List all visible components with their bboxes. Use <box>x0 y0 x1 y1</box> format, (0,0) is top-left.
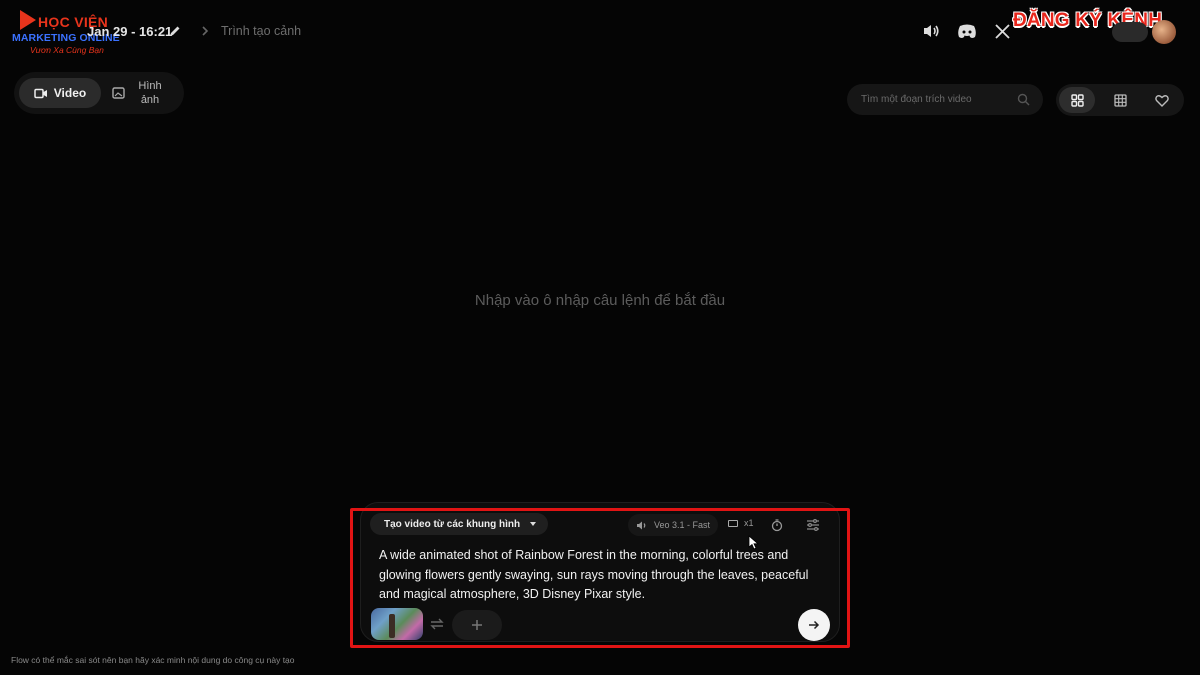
x-icon[interactable] <box>990 19 1014 43</box>
breadcrumb[interactable]: Trình tạo cảnh <box>221 24 301 38</box>
avatar[interactable] <box>1152 20 1176 44</box>
search-box <box>847 84 1043 115</box>
discord-icon[interactable] <box>955 19 979 43</box>
favorites-button[interactable] <box>1144 87 1180 113</box>
speaker-icon[interactable] <box>919 19 943 43</box>
empty-state-message: Nhập vào ô nhập câu lệnh để bắt đầu <box>474 292 726 309</box>
search-input[interactable] <box>861 94 1011 105</box>
highlight-box <box>350 508 850 648</box>
chevron-right-icon <box>202 26 209 36</box>
grid-small-icon <box>1113 93 1127 107</box>
account-pill[interactable] <box>1112 22 1148 42</box>
mode-image-button[interactable]: Hình ảnh <box>112 76 180 110</box>
logo-line-3: Vươn Xa Cùng Bạn <box>30 45 104 55</box>
grid-large-icon <box>1070 93 1084 107</box>
video-icon <box>34 88 47 98</box>
logo-play-icon <box>20 10 36 30</box>
mode-toggle: Video Hình ảnh <box>14 72 184 114</box>
mouse-cursor-icon <box>748 535 760 550</box>
flow-app: HỌC VIỆN MARKETING ONLINE Vươn Xa Cùng B… <box>0 0 1200 675</box>
disclaimer: Flow có thể mắc sai sót nên bạn hãy xác … <box>11 655 295 665</box>
grid-small-button[interactable] <box>1102 87 1138 113</box>
grid-large-button[interactable] <box>1059 87 1095 113</box>
pencil-icon[interactable] <box>168 24 182 38</box>
image-icon <box>112 87 125 99</box>
mode-image-label: Hình ảnh <box>138 80 162 106</box>
mode-video-label: Video <box>53 86 87 100</box>
project-date[interactable]: Jan 29 - 16:21 <box>87 24 172 39</box>
mode-video-button[interactable]: Video <box>19 78 101 108</box>
search-icon[interactable] <box>1017 93 1030 106</box>
view-options <box>1056 84 1184 116</box>
heart-icon <box>1155 94 1169 107</box>
